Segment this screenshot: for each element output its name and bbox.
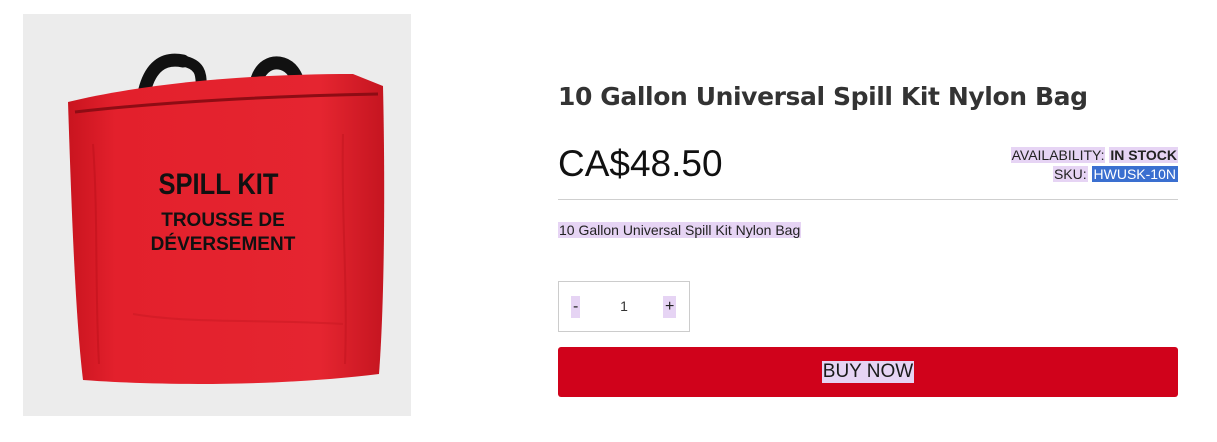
quantity-stepper: - 1 + [558, 281, 690, 332]
product-title: 10 Gallon Universal Spill Kit Nylon Bag [558, 82, 1088, 111]
description-text: 10 Gallon Universal Spill Kit Nylon Bag [558, 222, 802, 238]
bag-text-line3: DÉVERSEMENT [151, 233, 296, 255]
sku-value: HWUSK-10N [1091, 166, 1178, 182]
bag-text-line1: SPILL KIT [159, 167, 279, 200]
product-image[interactable]: SPILL KIT TROUSSE DE DÉVERSEMENT [23, 14, 411, 416]
availability-value: IN STOCK [1109, 147, 1178, 163]
availability-label: AVAILABILITY: [1010, 147, 1106, 163]
product-description: 10 Gallon Universal Spill Kit Nylon Bag [558, 222, 802, 238]
bag-text-line2: TROUSSE DE [161, 210, 285, 231]
availability-row: AVAILABILITY: IN STOCK [1010, 147, 1178, 164]
buy-now-button[interactable]: BUY NOW [558, 347, 1178, 397]
divider [558, 199, 1178, 200]
sku-label: SKU: [1052, 166, 1088, 182]
product-meta: AVAILABILITY: IN STOCK SKU: HWUSK-10N [1010, 147, 1178, 185]
quantity-input[interactable]: 1 [611, 298, 637, 314]
decrease-quantity-button[interactable]: - [571, 296, 581, 318]
product-details: 10 Gallon Universal Spill Kit Nylon Bag … [558, 0, 1178, 442]
sku-row: SKU: HWUSK-10N [1011, 166, 1178, 183]
increase-quantity-button[interactable]: + [663, 296, 677, 318]
spill-kit-bag-image: SPILL KIT TROUSSE DE DÉVERSEMENT [68, 53, 385, 384]
buy-now-label: BUY NOW [821, 361, 915, 383]
product-price: CA$48.50 [558, 143, 723, 184]
